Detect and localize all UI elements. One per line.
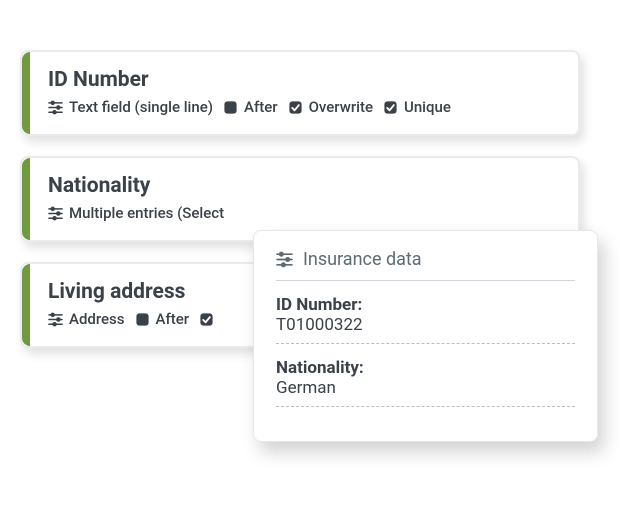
after-option[interactable]: After [135,310,190,328]
field-type-label: Address [69,310,125,328]
field-type: Text field (single line) [48,98,213,116]
sliders-icon [48,312,63,327]
unique-label: Unique [404,98,451,116]
sliders-icon [48,206,63,221]
popup-field-value: German [276,378,575,407]
field-title: ID Number [48,68,556,92]
field-type-label: Text field (single line) [69,98,213,116]
checkbox-checked-icon [199,312,214,327]
overwrite-option[interactable]: Overwrite [288,98,373,116]
popup-field-value: T01000322 [276,315,575,344]
sliders-icon [48,100,63,115]
checkbox-unchecked-icon [223,100,238,115]
field-config-stage: ID Number Text field (single line) [0,0,620,524]
after-label: After [156,310,190,328]
sliders-icon [276,251,293,268]
popup-header: Insurance data [276,249,575,281]
checkbox-checked-icon [288,100,303,115]
after-label: After [244,98,278,116]
insurance-data-popup: Insurance data ID Number: T01000322 Nati… [253,230,598,442]
popup-field-label: ID Number: [276,295,575,315]
field-type: Address [48,310,125,328]
obscured-option[interactable] [199,312,214,327]
field-type-label: Multiple entries (Select [69,204,224,222]
field-card-id-number[interactable]: ID Number Text field (single line) [20,50,580,136]
popup-title: Insurance data [303,249,422,270]
field-meta-row: Multiple entries (Select [48,204,556,222]
after-option[interactable]: After [223,98,278,116]
field-type: Multiple entries (Select [48,204,224,222]
field-meta-row: Text field (single line) After Over [48,98,556,116]
overwrite-label: Overwrite [309,98,373,116]
unique-option[interactable]: Unique [383,98,451,116]
field-title: Nationality [48,174,556,198]
checkbox-checked-icon [383,100,398,115]
checkbox-unchecked-icon [135,312,150,327]
popup-field-label: Nationality: [276,358,575,378]
